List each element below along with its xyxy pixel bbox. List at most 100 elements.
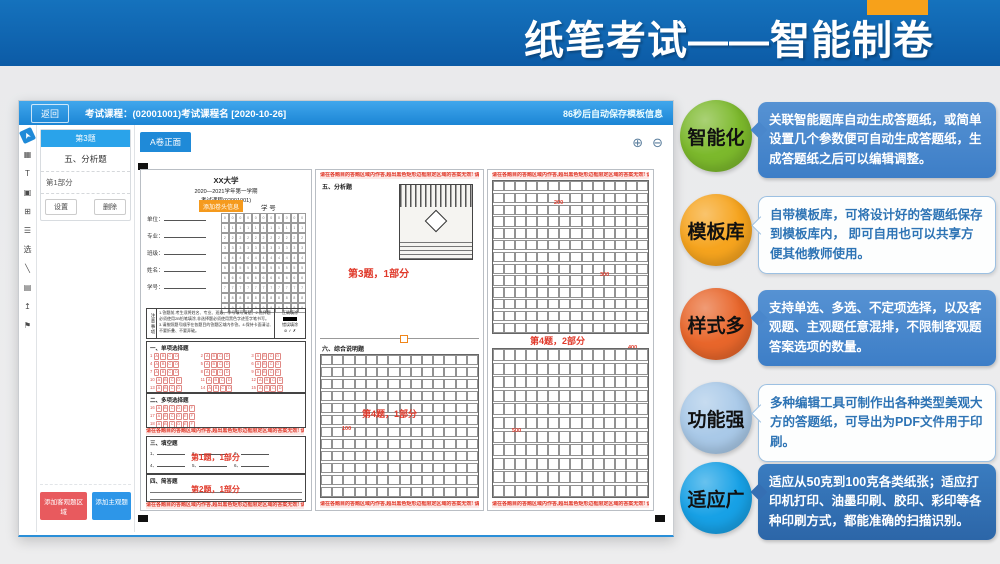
add-objective-button[interactable]: 添加客观题区域: [40, 492, 87, 520]
answer-area-warning: 请在各题目的答题区域内作答,超出黑色矩形边框限定区域的答案无效! 请在各题目的答…: [492, 172, 649, 179]
banner-accent-bar: [867, 0, 928, 15]
picture-tool-icon[interactable]: ▤: [21, 281, 34, 294]
question-item: 6ABCD: [251, 361, 302, 368]
question-item: 15ABCD: [251, 385, 302, 392]
question-item: 16ABCDEF: [150, 405, 302, 412]
exam-page-1: XX大学 2020—2021学年第一学期 考试课程(02001001) 添加卷头…: [140, 169, 312, 511]
feature-row-wide-adaptability: 适应广 适应从50克到100克各类纸张；适应打印机打印、油墨印刷、胶印、彩印等各…: [678, 462, 1000, 540]
settings-button[interactable]: 设置: [45, 199, 77, 215]
composition-grid: [492, 348, 649, 498]
answer-area-warning: 请在各题目的答题区域内作答,超出黑色矩形边框限定区域的答案无效! 请在各题目的答…: [492, 501, 649, 508]
composite-section-title: 六、综合说明题: [322, 344, 364, 353]
line-tool-icon[interactable]: ╲: [21, 262, 34, 275]
question2-overlay: 第2题，1部分: [191, 484, 240, 495]
question-part-label: 第1部分: [41, 172, 130, 194]
feature-circle: 适应广: [680, 462, 752, 534]
feature-circle: 功能强: [680, 382, 752, 454]
add-subjective-button[interactable]: 添加主观题: [92, 492, 131, 520]
answer-area-warning: 请在各题目的答题区域内作答,超出黑色矩形边框限定区域的答案无效! 请在各题目的答…: [146, 502, 304, 509]
registration-mark: [655, 515, 665, 522]
feature-row-intelligent: 智能化 关联智能题库自动生成答题纸，或简单设置几个参数便可自动生成答题纸，生成答…: [678, 100, 1000, 178]
zoom-out-icon[interactable]: ⊖: [652, 136, 663, 149]
notice-title: 注意事项: [147, 309, 157, 338]
question-item: 12ABCD: [251, 377, 302, 384]
question-card-header: 第3题: [41, 130, 130, 147]
question-item: 8ABCD: [201, 369, 252, 376]
feature-circle: 样式多: [680, 288, 752, 360]
feature-bubble: 支持单选、多选、不定项选择，以及客观题、主观题任意混排，不限制客观题答案选项的数…: [758, 290, 996, 366]
question-item: 7ABCD: [150, 369, 201, 376]
question-card: 第3题 五、分析题 第1部分 设置 删除: [40, 129, 131, 221]
feature-text: 多种编辑工具可制作出各种类型美观大方的答题纸，可导出为PDF文件用于印刷。: [770, 394, 984, 452]
multi-choice-section: 二、多项选择题 16ABCDEF17ABCDEF18ABCDEF19ABCDEF…: [146, 393, 306, 428]
feature-bubble: 适应从50克到100克各类纸张；适应打印机打印、油墨印刷、胶印、彩印等各种印刷方…: [758, 464, 996, 540]
char-count-marker-300: 300: [600, 272, 609, 278]
feature-row-many-styles: 样式多 支持单选、多选、不定项选择，以及客观题、主观题任意混排，不限制客观题答案…: [678, 288, 1000, 366]
question3-overlay: 第3题，1部分: [348, 265, 409, 280]
multi-choice-grid: 16ABCDEF17ABCDEF18ABCDEF19ABCDEF20ABCDEF: [147, 405, 305, 428]
question-item: 2ABCD: [201, 353, 252, 360]
answer-area-warning: 请在各题目的答题区域内作答,超出黑色矩形边框限定区域的答案无效! 请在各题目的答…: [320, 501, 479, 508]
zoom-in-icon[interactable]: ⊕: [632, 136, 643, 149]
correct-fill-sample: [283, 317, 297, 321]
question-item: 11ABCD: [201, 377, 252, 384]
char-count-marker-500: 500: [512, 428, 521, 434]
choice-tool-icon[interactable]: 选: [21, 243, 34, 256]
app-window: 返回 考试课程：(02001001)考试课程名 [2020-10-26] 86秒…: [18, 100, 674, 537]
feature-text: 支持单选、多选、不定项选择，以及客观题、主观题任意混排，不限制客观题答案选项的数…: [769, 299, 985, 357]
term-label: 2020—2021学年第一学期: [141, 187, 311, 195]
add-header-info-button[interactable]: 添加卷头信息: [199, 200, 243, 212]
question1-overlay: 第1题，1部分: [191, 452, 240, 463]
analysis-section-title: 五、分析题: [322, 182, 352, 191]
page-banner: 纸笔考试——智能制卷: [0, 0, 1000, 66]
answer-area-warning: 请在各题目的答题区域内作答,超出黑色矩形边框限定区域的答案无效! 请在各题目的答…: [320, 172, 479, 179]
question-item: 17ABCDEF: [150, 413, 302, 420]
text-tool-icon[interactable]: T: [21, 167, 34, 180]
cursor-tool-icon[interactable]: ➤: [19, 127, 36, 144]
tool-rail: ➤ ▦ T ▣ ⊞ ☰ 选 ╲ ▤ ↥ ⚑: [19, 125, 37, 532]
registration-mark: [138, 515, 148, 522]
selection-handle[interactable]: [400, 335, 408, 343]
feature-circle: 智能化: [680, 100, 752, 172]
question4-part2-overlay: 第4题，2部分: [530, 334, 585, 347]
section-divider-line: [320, 338, 479, 339]
question-item: 5ABCD: [201, 361, 252, 368]
question-item: 1ABCD: [150, 353, 201, 360]
feature-label: 模板库: [687, 217, 744, 244]
feature-text: 适应从50克到100克各类纸张；适应打印机打印、油墨印刷、胶印、彩印等各种印刷方…: [769, 473, 985, 531]
notice-box: 注意事项 1.答题前,考生须将姓名、专业、班级、学号填写清楚。2.选择题必须使用…: [146, 308, 306, 339]
fill-blank-section: 三、填空题 1、2、3、4、5、6、 第1题，1部分: [146, 436, 306, 474]
question-item: 14ABCD: [201, 385, 252, 392]
feature-text: 自带模板库，可将设计好的答题纸保存到模板库内， 即可自用也可以共享方便其他教师使…: [770, 206, 984, 264]
feature-circle: 模板库: [680, 194, 752, 266]
notice-text: 1.答题前,考生须将姓名、专业、班级、学号填写清楚。2.选择题必须使用2B铅笔填…: [157, 309, 274, 338]
tab-sheet-a-front[interactable]: A卷正面: [140, 132, 191, 152]
feature-label: 适应广: [687, 485, 744, 512]
composition-grid: [492, 180, 649, 334]
export-tool-icon[interactable]: ↥: [21, 300, 34, 313]
app-titlebar: 返回 考试课程：(02001001)考试课程名 [2020-10-26] 86秒…: [19, 101, 673, 125]
components-tool-icon[interactable]: ▦: [21, 148, 34, 161]
question-item: 4ABCD: [150, 361, 201, 368]
autosave-status: 86秒后自动保存模板信息: [563, 107, 663, 120]
list-tool-icon[interactable]: ☰: [21, 224, 34, 237]
flag-tool-icon[interactable]: ⚑: [21, 319, 34, 332]
feature-text: 关联智能题库自动生成答题纸，或简单设置几个参数便可自动生成答题纸，生成答题纸之后…: [769, 111, 985, 169]
back-button[interactable]: 返回: [31, 104, 69, 123]
student-fields: 单位： 专业： 班级： 姓名： 学号：: [147, 214, 206, 299]
student-no-label: 学 号: [261, 202, 276, 212]
question-item: 10ABCD: [150, 377, 201, 384]
feature-list: 智能化 关联智能题库自动生成答题纸，或简单设置几个参数便可自动生成答题纸，生成答…: [678, 96, 1000, 564]
feature-label: 样式多: [687, 311, 744, 338]
question-item: 9ABCD: [251, 369, 302, 376]
feature-label: 智能化: [687, 123, 744, 150]
question-item: 18ABCDEF: [150, 421, 302, 428]
feature-bubble: 多种编辑工具可制作出各种类型美观大方的答题纸，可导出为PDF文件用于印刷。: [758, 384, 996, 462]
image-tool-icon[interactable]: ▣: [21, 186, 34, 199]
page-title: 纸笔考试——智能制卷: [524, 8, 934, 66]
exam-page-3: 请在各题目的答题区域内作答,超出黑色矩形边框限定区域的答案无效! 请在各题目的答…: [487, 169, 654, 511]
delete-button[interactable]: 删除: [94, 199, 126, 215]
university-name: XX大学: [141, 175, 311, 186]
single-choice-grid: 1ABCD2ABCD3ABCD4ABCD5ABCD6ABCD7ABCD8ABCD…: [147, 353, 305, 393]
table-tool-icon[interactable]: ⊞: [21, 205, 34, 218]
